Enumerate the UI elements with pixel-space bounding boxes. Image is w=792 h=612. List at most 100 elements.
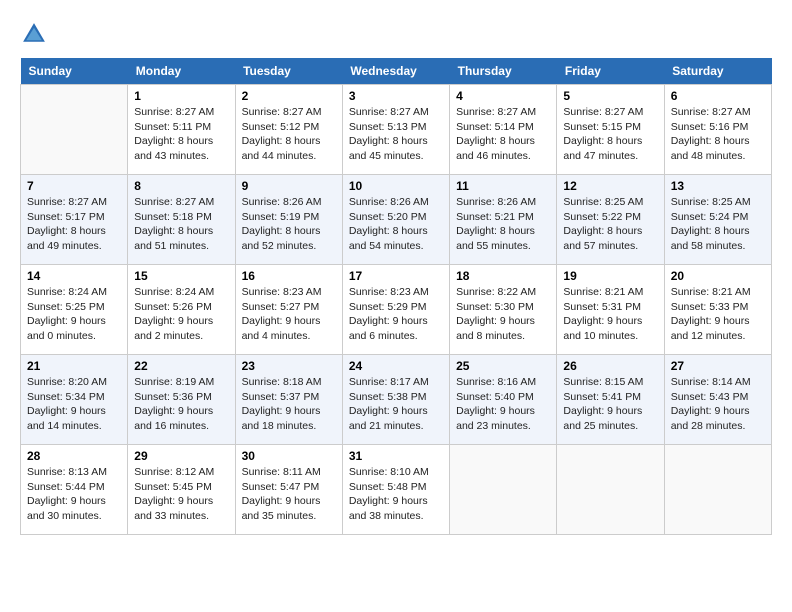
day-info: Sunrise: 8:15 AM Sunset: 5:41 PM Dayligh… [563,375,657,434]
day-number: 18 [456,269,550,283]
day-info: Sunrise: 8:16 AM Sunset: 5:40 PM Dayligh… [456,375,550,434]
calendar-cell: 15Sunrise: 8:24 AM Sunset: 5:26 PM Dayli… [128,265,235,355]
calendar-cell: 26 Sunrise: 8:15 AM Sunset: 5:41 PM Dayli… [557,355,664,445]
calendar-week-row: 21Sunrise: 8:20 AM Sunset: 5:34 PM Dayli… [21,355,772,445]
day-number: 2 [242,89,336,103]
day-number: 28 [27,449,121,463]
day-number: 27 [671,359,765,373]
page-header [20,20,772,48]
day-info: Sunrise: 8:27 AM Sunset: 5:17 PM Dayligh… [27,195,121,254]
calendar-cell: 30 Sunrise: 8:11 AM Sunset: 5:47 PM Dayli… [235,445,342,535]
day-info: Sunrise: 8:10 AM Sunset: 5:48 PM Dayligh… [349,465,443,524]
day-number: 13 [671,179,765,193]
calendar-cell: 22 Sunrise: 8:19 AM Sunset: 5:36 PM Dayli… [128,355,235,445]
calendar-table: SundayMondayTuesdayWednesdayThursdayFrid… [20,58,772,535]
day-info: Sunrise: 8:24 AM Sunset: 5:25 PM Dayligh… [27,285,121,344]
calendar-cell: 20 Sunrise: 8:21 AM Sunset: 5:33 PM Dayli… [664,265,771,355]
day-info: Sunrise: 8:27 AM Sunset: 5:11 PM Dayligh… [134,105,228,164]
calendar-cell: 9 Sunrise: 8:26 AM Sunset: 5:19 PM Daylig… [235,175,342,265]
column-header-friday: Friday [557,58,664,85]
day-number: 31 [349,449,443,463]
day-number: 20 [671,269,765,283]
column-header-sunday: Sunday [21,58,128,85]
calendar-cell: 8Sunrise: 8:27 AM Sunset: 5:18 PM Daylig… [128,175,235,265]
calendar-cell: 3 Sunrise: 8:27 AM Sunset: 5:13 PM Daylig… [342,85,449,175]
day-number: 4 [456,89,550,103]
calendar-header-row: SundayMondayTuesdayWednesdayThursdayFrid… [21,58,772,85]
calendar-cell: 18Sunrise: 8:22 AM Sunset: 5:30 PM Dayli… [450,265,557,355]
calendar-cell: 31 Sunrise: 8:10 AM Sunset: 5:48 PM Dayli… [342,445,449,535]
logo-icon [20,20,48,48]
calendar-week-row: 7 Sunrise: 8:27 AM Sunset: 5:17 PM Daylig… [21,175,772,265]
calendar-cell [664,445,771,535]
calendar-cell [21,85,128,175]
day-info: Sunrise: 8:19 AM Sunset: 5:36 PM Dayligh… [134,375,228,434]
column-header-wednesday: Wednesday [342,58,449,85]
calendar-cell: 1 Sunrise: 8:27 AM Sunset: 5:11 PM Daylig… [128,85,235,175]
day-info: Sunrise: 8:14 AM Sunset: 5:43 PM Dayligh… [671,375,765,434]
day-info: Sunrise: 8:27 AM Sunset: 5:13 PM Dayligh… [349,105,443,164]
calendar-week-row: 14 Sunrise: 8:24 AM Sunset: 5:25 PM Dayli… [21,265,772,355]
calendar-cell: 7 Sunrise: 8:27 AM Sunset: 5:17 PM Daylig… [21,175,128,265]
day-number: 22 [134,359,228,373]
calendar-week-row: 1 Sunrise: 8:27 AM Sunset: 5:11 PM Daylig… [21,85,772,175]
day-number: 6 [671,89,765,103]
day-number: 24 [349,359,443,373]
calendar-cell: 21Sunrise: 8:20 AM Sunset: 5:34 PM Dayli… [21,355,128,445]
calendar-cell: 23 Sunrise: 8:18 AM Sunset: 5:37 PM Dayli… [235,355,342,445]
calendar-cell: 13 Sunrise: 8:25 AM Sunset: 5:24 PM Dayli… [664,175,771,265]
calendar-cell: 6 Sunrise: 8:27 AM Sunset: 5:16 PM Daylig… [664,85,771,175]
calendar-cell: 12Sunrise: 8:25 AM Sunset: 5:22 PM Dayli… [557,175,664,265]
day-info: Sunrise: 8:11 AM Sunset: 5:47 PM Dayligh… [242,465,336,524]
day-number: 1 [134,89,228,103]
day-info: Sunrise: 8:24 AM Sunset: 5:26 PM Dayligh… [134,285,228,344]
day-info: Sunrise: 8:18 AM Sunset: 5:37 PM Dayligh… [242,375,336,434]
calendar-cell: 19 Sunrise: 8:21 AM Sunset: 5:31 PM Dayli… [557,265,664,355]
column-header-monday: Monday [128,58,235,85]
day-number: 21 [27,359,121,373]
calendar-cell: 10 Sunrise: 8:26 AM Sunset: 5:20 PM Dayli… [342,175,449,265]
day-number: 29 [134,449,228,463]
calendar-cell: 4 Sunrise: 8:27 AM Sunset: 5:14 PM Daylig… [450,85,557,175]
column-header-tuesday: Tuesday [235,58,342,85]
day-number: 10 [349,179,443,193]
day-info: Sunrise: 8:13 AM Sunset: 5:44 PM Dayligh… [27,465,121,524]
calendar-cell: 2 Sunrise: 8:27 AM Sunset: 5:12 PM Daylig… [235,85,342,175]
day-info: Sunrise: 8:17 AM Sunset: 5:38 PM Dayligh… [349,375,443,434]
day-number: 14 [27,269,121,283]
day-number: 23 [242,359,336,373]
day-number: 3 [349,89,443,103]
day-number: 19 [563,269,657,283]
day-info: Sunrise: 8:27 AM Sunset: 5:16 PM Dayligh… [671,105,765,164]
day-info: Sunrise: 8:12 AM Sunset: 5:45 PM Dayligh… [134,465,228,524]
day-number: 26 [563,359,657,373]
day-info: Sunrise: 8:21 AM Sunset: 5:33 PM Dayligh… [671,285,765,344]
calendar-week-row: 28 Sunrise: 8:13 AM Sunset: 5:44 PM Dayli… [21,445,772,535]
day-info: Sunrise: 8:25 AM Sunset: 5:24 PM Dayligh… [671,195,765,254]
calendar-cell: 17 Sunrise: 8:23 AM Sunset: 5:29 PM Dayli… [342,265,449,355]
day-info: Sunrise: 8:26 AM Sunset: 5:19 PM Dayligh… [242,195,336,254]
calendar-cell: 28 Sunrise: 8:13 AM Sunset: 5:44 PM Dayli… [21,445,128,535]
day-info: Sunrise: 8:27 AM Sunset: 5:12 PM Dayligh… [242,105,336,164]
day-info: Sunrise: 8:26 AM Sunset: 5:20 PM Dayligh… [349,195,443,254]
day-number: 7 [27,179,121,193]
calendar-cell: 11 Sunrise: 8:26 AM Sunset: 5:21 PM Dayli… [450,175,557,265]
calendar-cell: 27 Sunrise: 8:14 AM Sunset: 5:43 PM Dayli… [664,355,771,445]
day-info: Sunrise: 8:21 AM Sunset: 5:31 PM Dayligh… [563,285,657,344]
day-number: 12 [563,179,657,193]
day-info: Sunrise: 8:26 AM Sunset: 5:21 PM Dayligh… [456,195,550,254]
day-number: 5 [563,89,657,103]
day-info: Sunrise: 8:27 AM Sunset: 5:14 PM Dayligh… [456,105,550,164]
day-info: Sunrise: 8:23 AM Sunset: 5:29 PM Dayligh… [349,285,443,344]
day-info: Sunrise: 8:27 AM Sunset: 5:15 PM Dayligh… [563,105,657,164]
day-number: 11 [456,179,550,193]
day-number: 9 [242,179,336,193]
day-number: 17 [349,269,443,283]
day-number: 8 [134,179,228,193]
calendar-cell: 16Sunrise: 8:23 AM Sunset: 5:27 PM Dayli… [235,265,342,355]
calendar-cell: 29 Sunrise: 8:12 AM Sunset: 5:45 PM Dayli… [128,445,235,535]
day-number: 30 [242,449,336,463]
calendar-cell: 5 Sunrise: 8:27 AM Sunset: 5:15 PM Daylig… [557,85,664,175]
day-number: 16 [242,269,336,283]
column-header-thursday: Thursday [450,58,557,85]
